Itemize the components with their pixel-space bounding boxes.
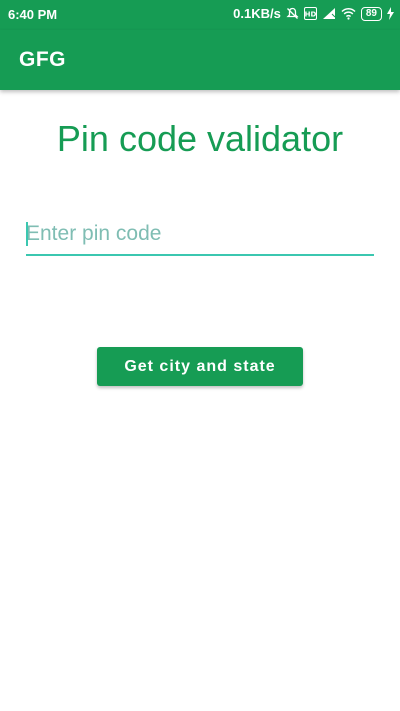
status-time: 6:40 PM	[8, 7, 58, 22]
app-title: GFG	[19, 48, 66, 71]
pin-code-input[interactable]	[26, 216, 374, 256]
wifi-icon	[341, 7, 356, 20]
status-bar: 6:40 PM 0.1KB/s HD 89	[0, 0, 400, 30]
pin-input-container	[26, 216, 374, 256]
status-icons: 0.1KB/s HD 89	[233, 6, 394, 21]
battery-level: 89	[365, 7, 377, 19]
mute-icon	[286, 7, 299, 20]
svg-text:HD: HD	[305, 11, 317, 19]
text-cursor	[26, 222, 28, 246]
volte-icon: HD	[303, 7, 317, 20]
app-bar: GFG	[0, 30, 400, 90]
network-speed: 0.1KB/s	[233, 6, 281, 21]
signal-icon	[322, 7, 336, 20]
get-city-state-button[interactable]: Get city and state	[97, 347, 303, 386]
battery-icon: 89	[360, 6, 382, 21]
page-title: Pin code validator	[56, 118, 344, 159]
charging-icon	[387, 7, 394, 20]
